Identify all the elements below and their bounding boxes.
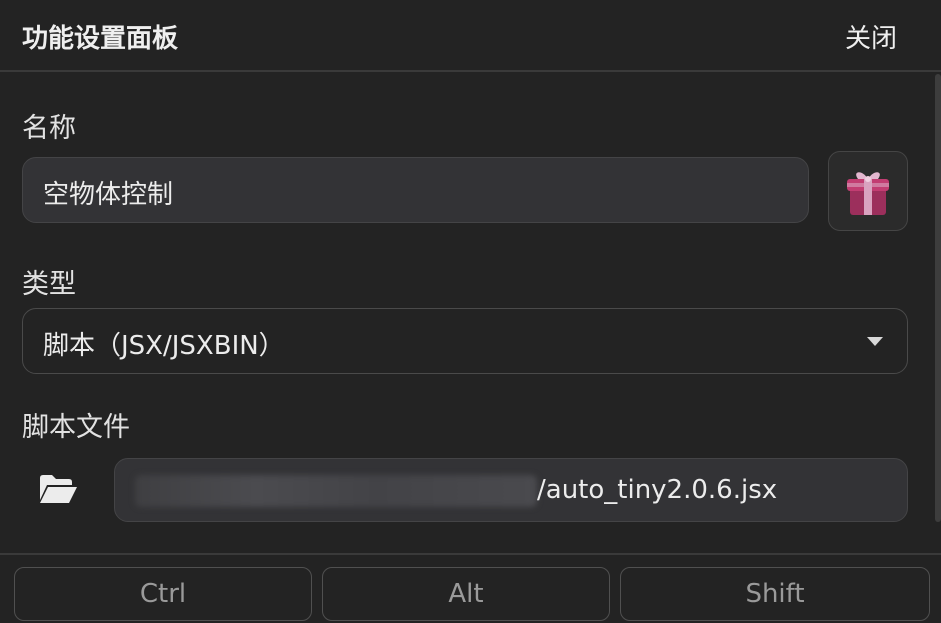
alt-button[interactable]: Alt [322,567,610,621]
panel-header: 功能设置面板 关闭 [0,0,941,72]
modifier-bar: Ctrl Alt Shift [0,553,941,623]
redacted-path [135,475,537,507]
script-file-label: 脚本文件 [22,412,130,443]
icon-picker-button[interactable] [828,151,908,231]
script-path-filename: /auto_tiny2.0.6.jsx [537,475,778,505]
type-select[interactable]: 脚本（JSX/JSXBIN） [22,308,908,374]
name-input[interactable]: 空物体控制 [22,157,809,223]
panel-title: 功能设置面板 [22,24,179,54]
ctrl-button[interactable]: Ctrl [14,567,312,621]
scrollbar[interactable] [935,74,941,522]
chevron-down-icon [867,337,883,346]
folder-open-icon[interactable] [38,474,78,504]
type-label: 类型 [22,269,76,300]
close-button[interactable]: 关闭 [845,18,897,55]
gift-icon [847,172,889,215]
name-label: 名称 [22,113,76,144]
script-path-input[interactable]: /auto_tiny2.0.6.jsx [114,458,908,522]
shift-button[interactable]: Shift [620,567,930,621]
type-select-value: 脚本（JSX/JSXBIN） [43,331,285,361]
name-input-value: 空物体控制 [43,180,174,210]
